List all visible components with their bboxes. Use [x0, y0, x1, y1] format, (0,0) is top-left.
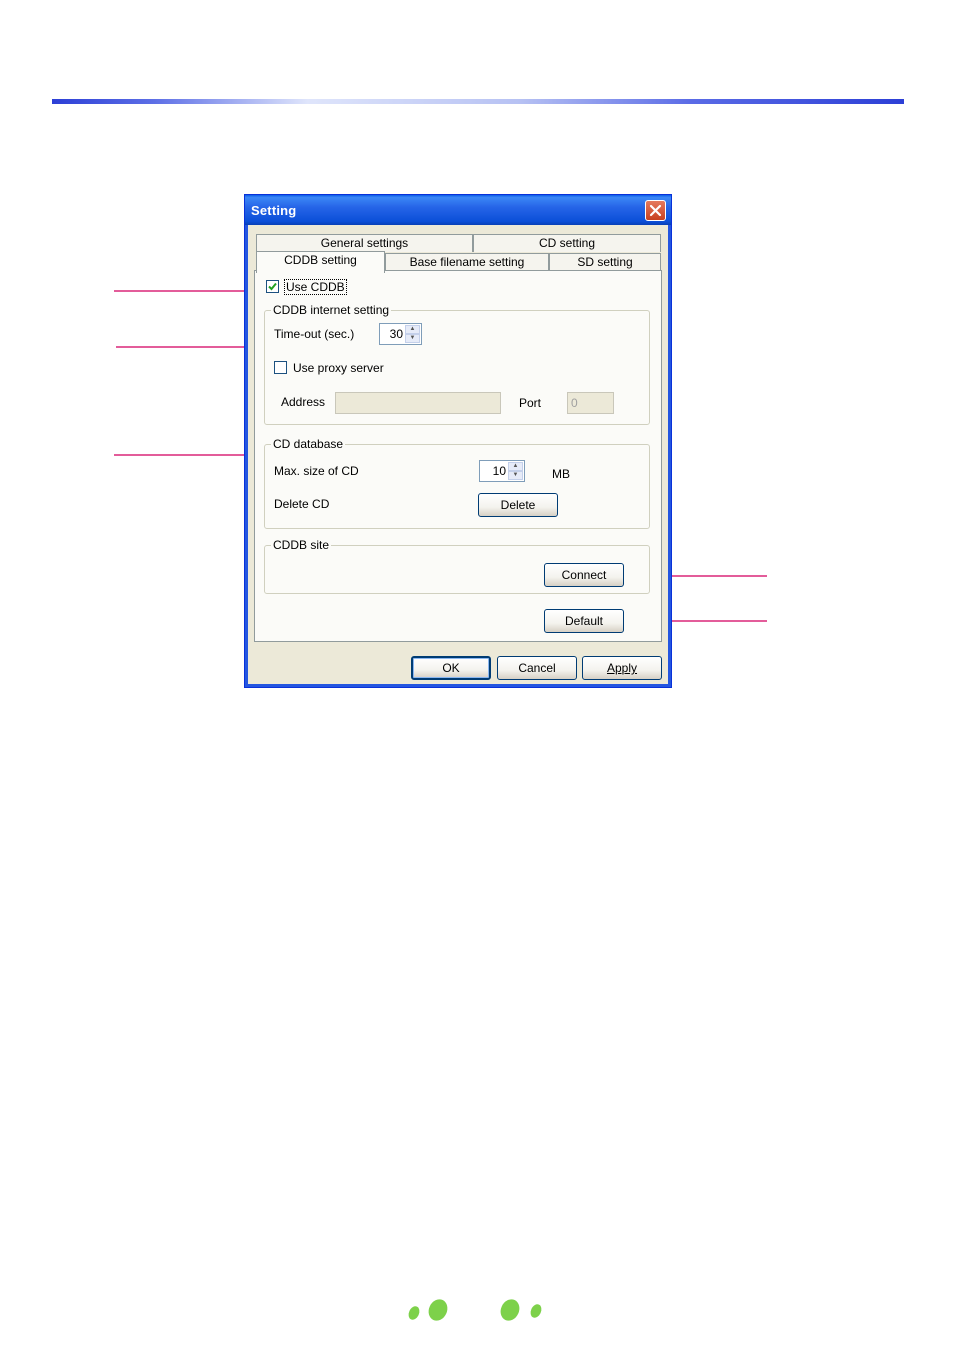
max-size-value: 10 [492, 464, 506, 478]
max-size-label: Max. size of CD [274, 464, 359, 478]
max-size-spinner[interactable]: 10 ▲ ▼ [479, 460, 525, 482]
group-label-cd-database: CD database [271, 437, 346, 451]
dialog-title: Setting [251, 203, 297, 218]
callout-line-use-cddb [114, 290, 265, 292]
address-label: Address [281, 395, 326, 409]
use-cddb-label[interactable]: Use CDDB [284, 279, 347, 295]
max-size-unit: MB [552, 467, 570, 481]
tab-base-filename-setting[interactable]: Base filename setting [385, 253, 549, 271]
close-icon[interactable] [645, 200, 666, 221]
port-input[interactable]: 0 [567, 392, 614, 414]
spin-up-icon[interactable]: ▲ [508, 462, 523, 471]
cddb-internet-setting-group: CDDB internet setting Time-out (sec.) 30… [264, 303, 650, 425]
use-proxy-label[interactable]: Use proxy server [293, 361, 384, 375]
ok-button[interactable]: OK [411, 656, 491, 680]
tab-general-settings[interactable]: General settings [256, 234, 473, 252]
cd-database-group: CD database Max. size of CD 10 ▲ ▼ MB De… [264, 437, 650, 529]
use-proxy-checkbox[interactable] [274, 361, 287, 374]
cancel-button[interactable]: Cancel [497, 656, 577, 680]
spin-down-icon[interactable]: ▼ [405, 334, 420, 343]
tab-sd-setting[interactable]: SD setting [549, 253, 661, 271]
port-label: Port [519, 396, 542, 410]
decorative-dots [408, 1299, 542, 1321]
spin-up-icon[interactable]: ▲ [405, 325, 420, 334]
delete-button[interactable]: Delete [478, 493, 558, 517]
default-button[interactable]: Default [544, 609, 624, 633]
delete-cd-label: Delete CD [274, 497, 330, 511]
timeout-label: Time-out (sec.) [274, 327, 355, 341]
timeout-spinner[interactable]: 30 ▲ ▼ [379, 323, 422, 345]
use-cddb-checkbox[interactable] [266, 280, 279, 293]
connect-button[interactable]: Connect [544, 563, 624, 587]
cddb-site-group: CDDB site Connect [264, 538, 650, 594]
address-input[interactable] [335, 392, 501, 414]
title-bar[interactable]: Setting [245, 195, 671, 225]
header-rule [52, 99, 904, 104]
group-label-internet: CDDB internet setting [271, 303, 392, 317]
cddb-tab-panel: Use CDDB CDDB internet setting Time-out … [254, 270, 662, 642]
tab-cddb-setting[interactable]: CDDB setting [256, 251, 385, 273]
group-label-cddb-site: CDDB site [271, 538, 332, 552]
timeout-value: 30 [389, 327, 403, 341]
port-value: 0 [571, 396, 578, 410]
spin-down-icon[interactable]: ▼ [508, 471, 523, 480]
apply-button[interactable]: Apply [582, 656, 662, 680]
tab-cd-setting[interactable]: CD setting [473, 234, 661, 252]
setting-dialog: Setting General settings CD setting CDDB… [244, 194, 672, 688]
